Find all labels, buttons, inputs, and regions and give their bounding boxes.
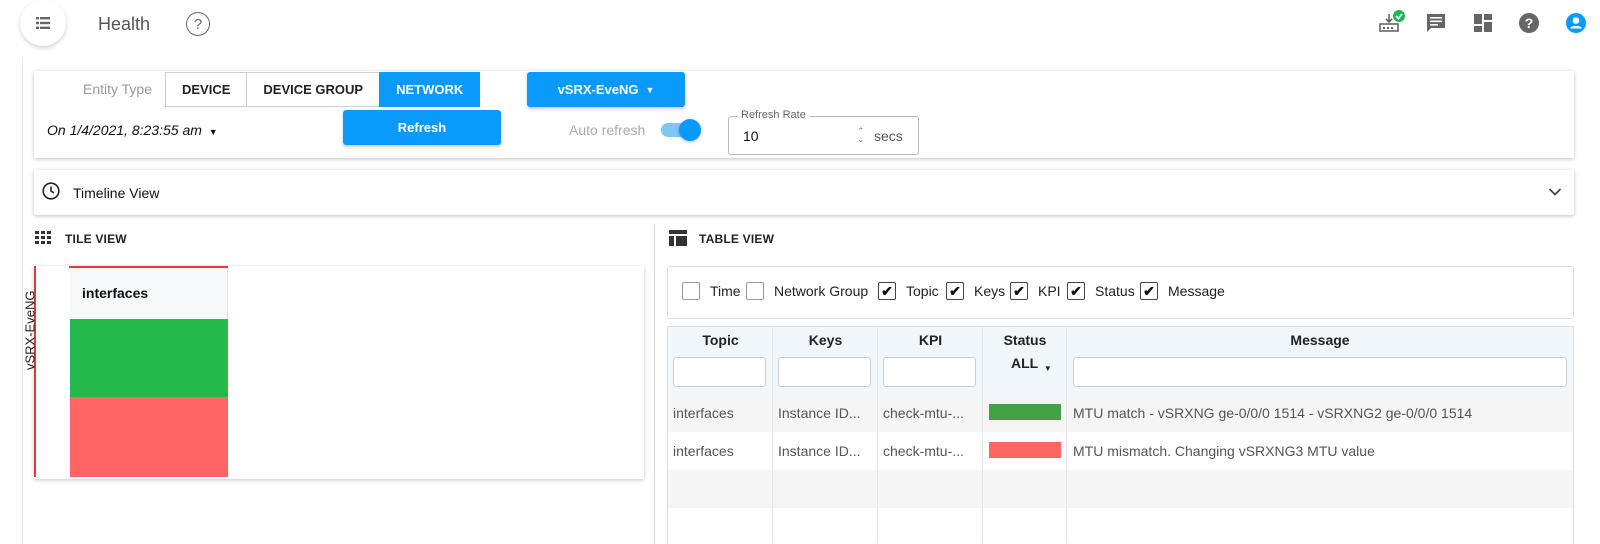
tile-error-cell[interactable]	[70, 397, 228, 477]
column-option-label: Status	[1095, 283, 1135, 299]
keys-filter-input[interactable]	[778, 357, 871, 387]
page-title: Health	[98, 14, 151, 34]
column-option-topic[interactable]: ✔ Topic	[878, 282, 939, 300]
message-cell: MTU mismatch. Changing vSRXNG3 MTU value	[1073, 443, 1375, 459]
checkbox-checked-icon[interactable]: ✔	[878, 282, 896, 300]
column-option-label: Time	[710, 283, 741, 299]
message-filter-input[interactable]	[1073, 357, 1567, 387]
refresh-rate-label: Refresh Rate	[738, 109, 809, 121]
entity-type-network[interactable]: NETWORK	[379, 72, 481, 107]
topic-filter-input[interactable]	[673, 357, 766, 387]
topic-cell: interfaces	[673, 405, 734, 421]
chevron-down-icon[interactable]	[1548, 187, 1562, 197]
column-option-label: Topic	[906, 283, 939, 299]
tile-row-label: vSRX-EveNG	[22, 290, 38, 370]
panel-divider	[654, 224, 655, 544]
table-icon	[669, 230, 687, 246]
column-header-status[interactable]: Status	[983, 332, 1067, 348]
column-divider	[982, 327, 983, 543]
status-error-bar	[989, 442, 1061, 458]
timeline-label: Timeline View	[73, 185, 160, 201]
tile-ok-cell[interactable]	[70, 319, 228, 397]
column-option-label: Keys	[974, 283, 1006, 299]
date-label: On 1/4/2021, 8:23:55 am	[47, 122, 202, 138]
entity-type-device-group[interactable]: DEVICE GROUP	[246, 72, 381, 107]
tile-view-header: TILE VIEW	[65, 232, 127, 246]
spinner-icon[interactable]: ⌃ ⌄	[857, 127, 865, 144]
caret-down-icon: ▼	[1043, 364, 1052, 373]
keys-cell: Instance ID...	[778, 405, 861, 421]
svg-text:?: ?	[1525, 15, 1534, 31]
refresh-button[interactable]: Refresh	[343, 110, 501, 145]
health-table: Topic Keys KPI Status Message ALL ▼ inte…	[667, 326, 1574, 544]
status-filter-select[interactable]: ALL ▼	[1011, 355, 1052, 373]
table-header-row: Topic Keys KPI Status Message	[668, 327, 1573, 353]
caret-down-icon: ▼	[208, 127, 218, 137]
date-picker[interactable]: On 1/4/2021, 8:23:55 am ▼	[47, 122, 218, 138]
column-option-network-group[interactable]: Network Group	[746, 282, 868, 300]
download-check-icon[interactable]	[1378, 10, 1406, 36]
account-icon[interactable]	[1564, 10, 1588, 36]
message-cell: MTU match - vSRXNG ge-0/0/0 1514 - vSRXN…	[1073, 405, 1473, 421]
clock-icon	[42, 182, 60, 200]
kpi-cell: check-mtu-...	[883, 443, 964, 459]
checkbox-unchecked-icon[interactable]	[682, 282, 700, 300]
column-header-keys[interactable]: Keys	[773, 332, 878, 348]
checkbox-checked-icon[interactable]: ✔	[1067, 282, 1085, 300]
entity-type-device[interactable]: DEVICE	[165, 72, 248, 107]
status-filter-value: ALL	[1011, 355, 1038, 371]
column-divider	[877, 327, 878, 543]
status-ok-bar	[989, 404, 1061, 420]
column-option-label: Message	[1168, 283, 1225, 299]
column-option-status[interactable]: ✔ Status	[1067, 282, 1135, 300]
caret-down-icon: ▼	[645, 84, 655, 95]
empty-table-row	[668, 508, 1573, 544]
checkbox-checked-icon[interactable]: ✔	[946, 282, 964, 300]
auto-refresh-label: Auto refresh	[569, 122, 646, 138]
entity-dropdown[interactable]: vSRX-EveNG ▼	[527, 72, 685, 107]
column-header-topic[interactable]: Topic	[668, 332, 773, 348]
column-divider	[1066, 327, 1067, 543]
top-bar: Health ? ?	[0, 0, 1600, 48]
kpi-cell: check-mtu-...	[883, 405, 964, 421]
entity-dropdown-label: vSRX-EveNG	[557, 82, 639, 97]
checkbox-checked-icon[interactable]: ✔	[1010, 282, 1028, 300]
column-header-message[interactable]: Message	[1067, 332, 1573, 348]
table-view-header: TABLE VIEW	[699, 232, 775, 246]
table-row[interactable]: interfaces Instance ID... check-mtu-... …	[668, 394, 1573, 432]
checkbox-unchecked-icon[interactable]	[746, 282, 764, 300]
grid-icon	[35, 231, 51, 244]
keys-cell: Instance ID...	[778, 443, 861, 459]
entity-type-label: Entity Type	[83, 81, 153, 97]
menu-button[interactable]	[20, 0, 66, 46]
column-divider	[772, 327, 773, 543]
question-circle-icon[interactable]: ?	[186, 12, 210, 36]
kpi-filter-input[interactable]	[883, 357, 976, 387]
column-option-kpi[interactable]: ✔ KPI	[1010, 282, 1061, 300]
topic-cell: interfaces	[673, 443, 734, 459]
checkbox-checked-icon[interactable]: ✔	[1140, 282, 1158, 300]
help-icon[interactable]: ?	[1517, 10, 1541, 36]
list-icon	[36, 17, 50, 29]
column-option-time[interactable]: Time	[682, 282, 741, 300]
column-option-message[interactable]: ✔ Message	[1140, 282, 1225, 300]
toggle-knob[interactable]	[679, 119, 701, 141]
dashboard-icon[interactable]	[1471, 10, 1495, 36]
tile-column-label: interfaces	[70, 268, 228, 319]
column-option-keys[interactable]: ✔ Keys	[946, 282, 1005, 300]
column-header-kpi[interactable]: KPI	[878, 332, 983, 348]
column-option-label: Network Group	[774, 283, 869, 299]
refresh-rate-input[interactable]: 10	[743, 128, 759, 144]
chat-icon[interactable]	[1424, 10, 1448, 36]
table-row[interactable]: interfaces Instance ID... check-mtu-... …	[668, 432, 1573, 470]
timeline-panel[interactable]	[34, 170, 1574, 215]
refresh-rate-unit: secs	[874, 128, 903, 144]
column-option-label: KPI	[1038, 283, 1061, 299]
empty-table-row	[668, 470, 1573, 508]
entity-type-selector: DEVICE DEVICE GROUP NETWORK	[165, 72, 481, 107]
